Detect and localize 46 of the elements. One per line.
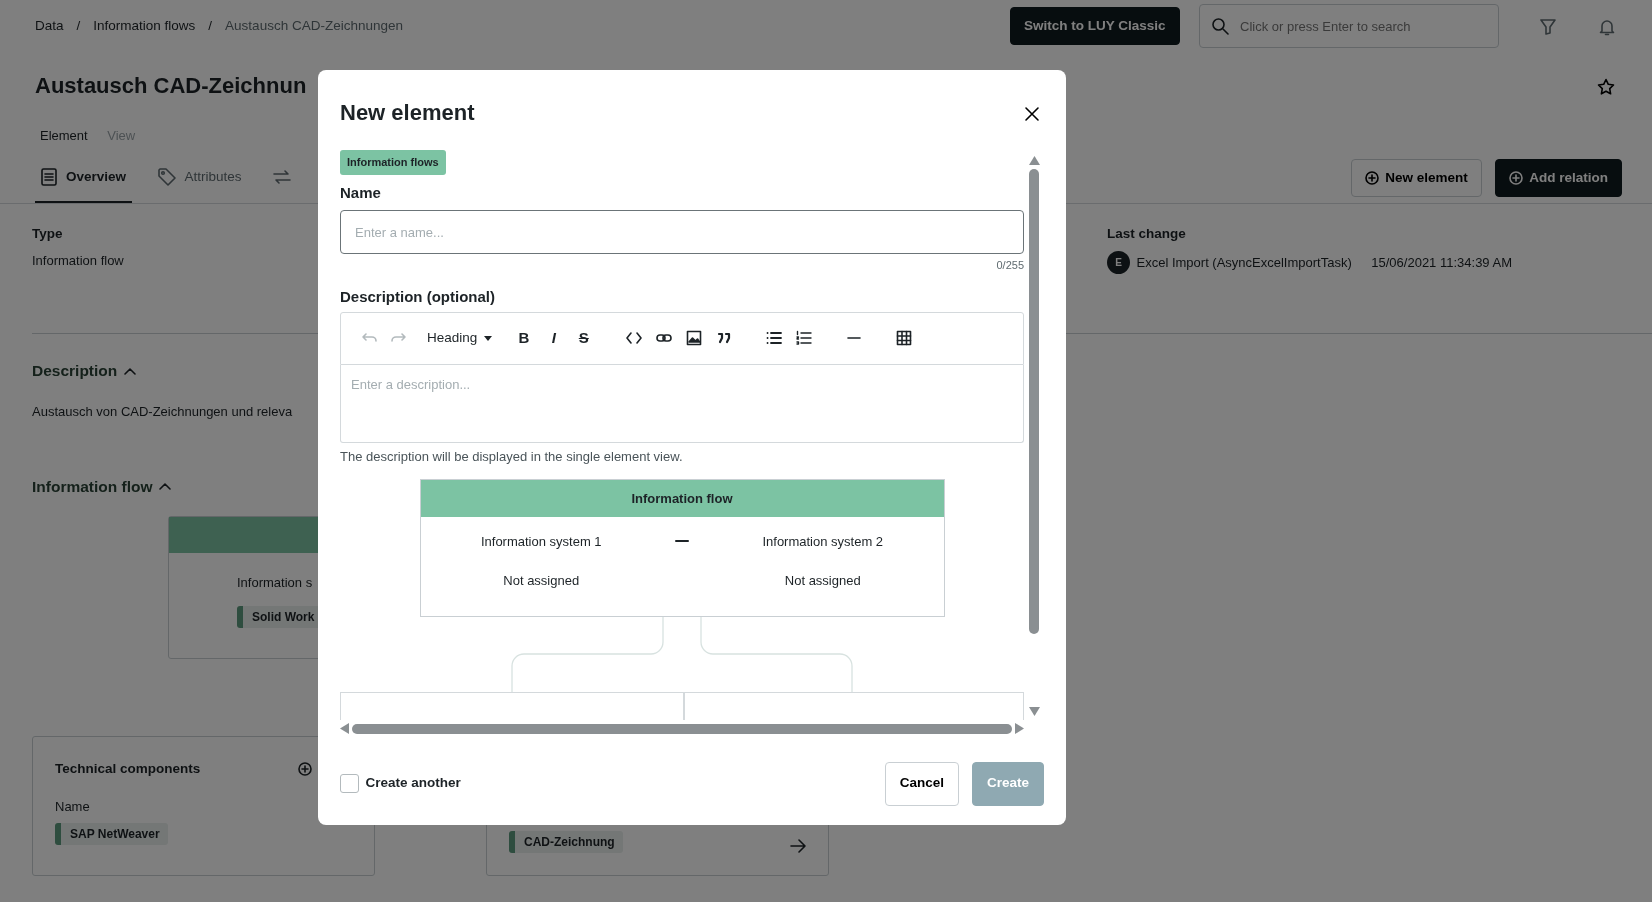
view-tab[interactable]: Element [40, 120, 88, 152]
breadcrumb-separator: / [76, 16, 81, 35]
dialog-title: New element [340, 99, 475, 127]
character-counter: 0/255 [995, 258, 1024, 274]
new-element-button[interactable]: New element [1350, 159, 1482, 197]
section-title: Information flow [32, 476, 153, 497]
system-label: Information s [237, 575, 313, 590]
field-label: Name [340, 182, 382, 203]
system-value: Not assigned [784, 572, 861, 588]
helper-text: The description will be displayed in the single element view. [340, 447, 684, 466]
bold-button[interactable]: B [509, 324, 538, 352]
avatar: E [1107, 250, 1130, 274]
page-title: Austausch CAD-Zeichnun [35, 72, 308, 100]
system-label: Information system 2 [762, 534, 884, 549]
timestamp: 15/06/2021 11:34:39 AM [1371, 253, 1512, 272]
field-label: Type [32, 226, 63, 241]
breadcrumb-link[interactable]: Data [35, 15, 64, 37]
description-input[interactable]: Enter a description... [340, 364, 1024, 443]
column-header: Name [55, 798, 91, 817]
search-field[interactable]: Click or press Enter to search [1199, 4, 1499, 48]
section-tab[interactable]: Overview [35, 166, 133, 203]
name-input[interactable]: Enter a name... [340, 210, 1024, 254]
switch-button[interactable]: Switch to LUY Classic [1009, 7, 1180, 45]
add-relation-button[interactable]: Add relation [1494, 159, 1622, 197]
system-value: Not assigned [503, 572, 580, 588]
section-title: Description [32, 361, 118, 381]
breadcrumb-link[interactable]: Information flows [93, 15, 196, 37]
type-tag: Information flows [340, 150, 446, 175]
field-label: Description (optional) [340, 286, 496, 307]
breadcrumb-link[interactable]: Austausch CAD-Zeichnungen [225, 15, 403, 37]
field-value: Information flow [32, 252, 124, 268]
system-label: Information system 1 [480, 534, 602, 549]
italic-button[interactable]: I [539, 324, 568, 352]
strike-button[interactable]: S [569, 324, 598, 352]
card-title: Technical components [55, 760, 202, 778]
breadcrumb-separator: / [208, 16, 213, 35]
heading-dropdown[interactable]: Heading [427, 324, 492, 352]
cancel-button[interactable]: Cancel [884, 761, 959, 806]
field-label: Last change [1107, 225, 1187, 243]
user-name: Excel Import (AsyncExcelImportTask) [1136, 253, 1352, 272]
element-tag: CAD-Zeichnung [509, 831, 623, 853]
component-tag: SAP NetWeaver [55, 823, 168, 846]
flow-title: Information flow [420, 480, 944, 517]
section-tab[interactable]: Attributes [151, 166, 248, 203]
description-text: Austausch von CAD-Zeichnungen und releva [32, 403, 294, 422]
checkbox-label: Create another [365, 774, 461, 793]
